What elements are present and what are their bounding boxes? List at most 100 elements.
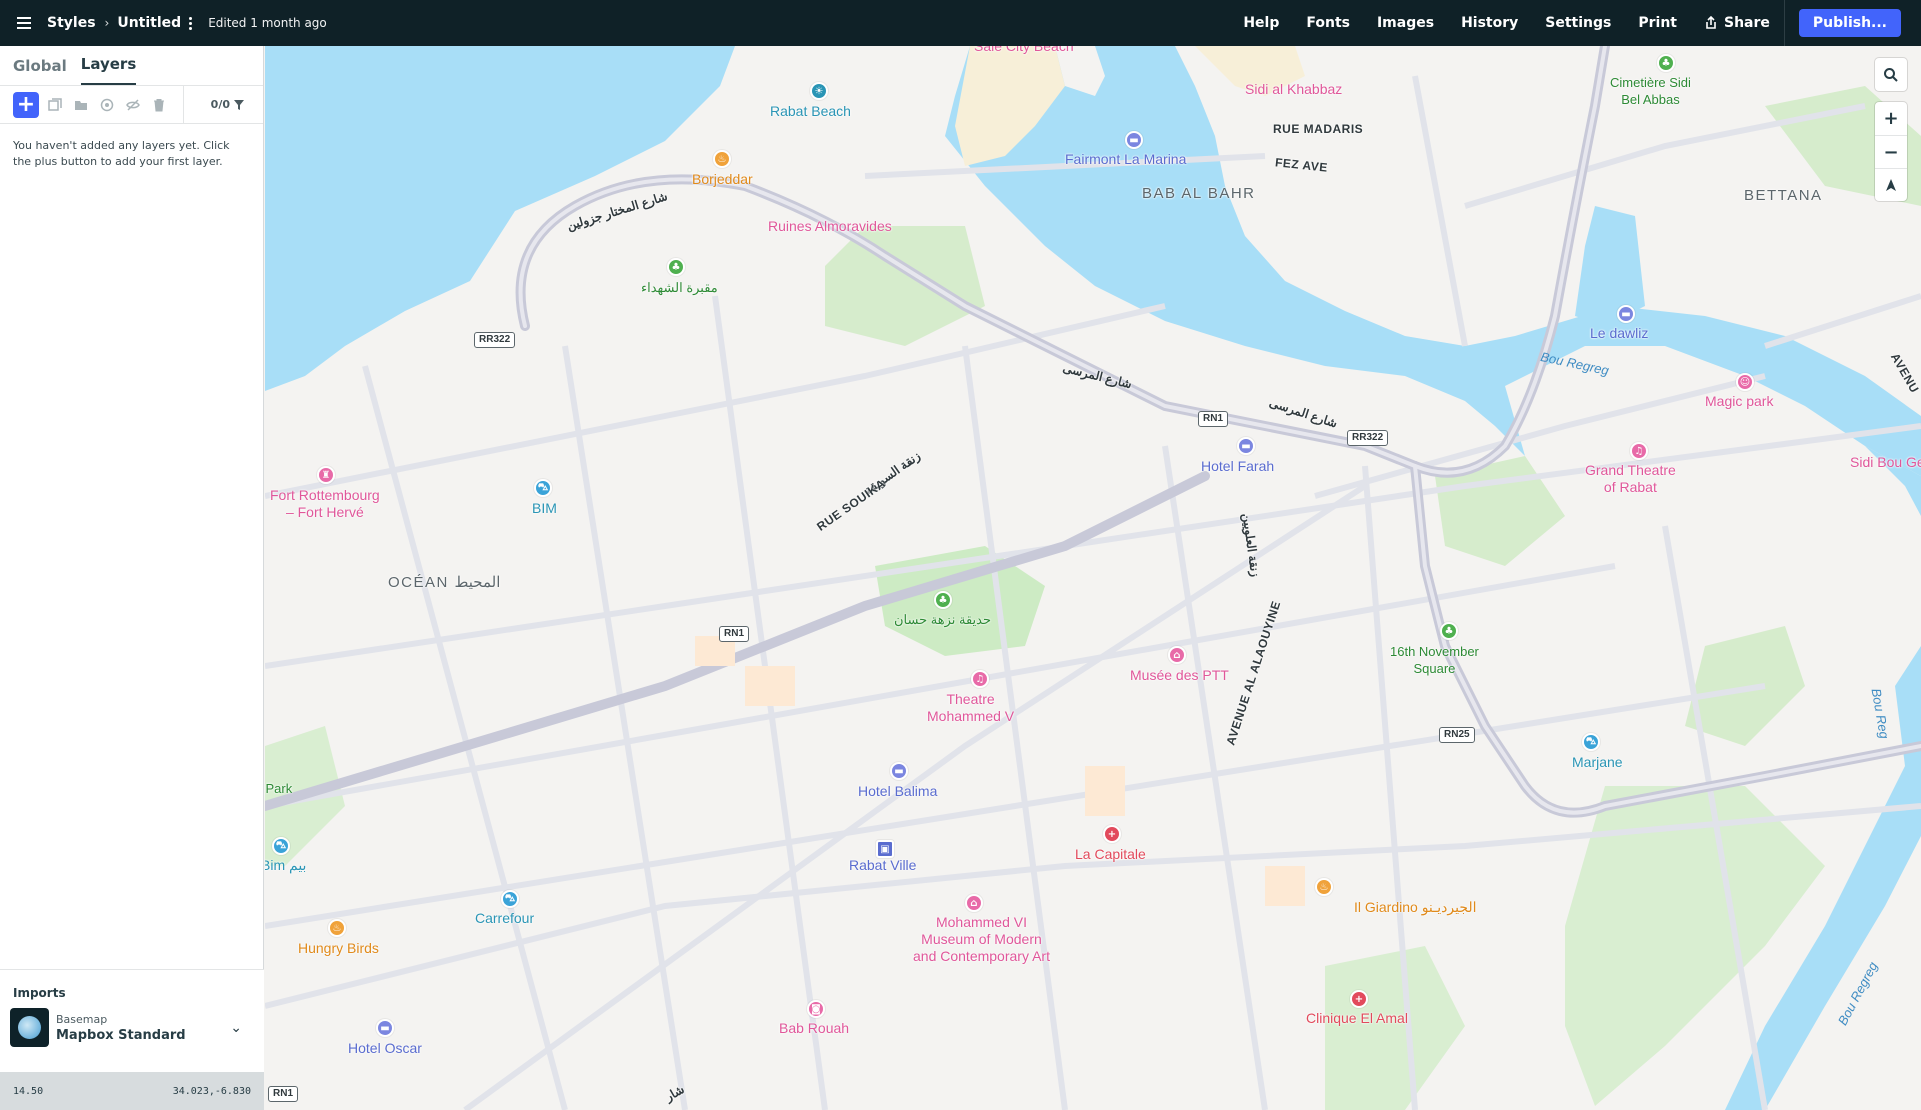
nav-print[interactable]: Print (1638, 15, 1677, 31)
amusement-icon: ☺ (1736, 373, 1754, 391)
top-bar: Styles › Untitled Edited 1 month ago Hel… (0, 0, 1921, 46)
map-search-control (1875, 58, 1907, 91)
poi-hotel-balima[interactable]: Hotel Balima (858, 783, 937, 799)
share-icon (1706, 16, 1716, 29)
museum-icon: ⌂ (965, 894, 983, 912)
compass-icon[interactable] (1875, 168, 1907, 201)
search-icon[interactable] (1875, 58, 1907, 91)
globe-icon (10, 1008, 49, 1047)
edited-timestamp: Edited 1 month ago (208, 16, 327, 30)
poi-bab-rouah[interactable]: Bab Rouah (779, 1020, 849, 1036)
more-options-icon[interactable] (189, 16, 193, 30)
layer-count-value: 0/0 (210, 98, 230, 111)
poi-carrefour[interactable]: Carrefour (475, 910, 534, 926)
poi-museum-modern[interactable]: Mohammed VI Museum of Modern and Contemp… (913, 914, 1050, 965)
map-zoom-control: + − (1875, 102, 1907, 201)
nav-fonts[interactable]: Fonts (1306, 15, 1350, 31)
road-shield: RN1 (719, 626, 750, 642)
poi-marjane[interactable]: Marjane (1572, 754, 1623, 770)
poi-cimetiere[interactable]: Cimetière Sidi Bel Abbas (1610, 74, 1691, 108)
poi-clinique[interactable]: Clinique El Amal (1306, 1010, 1408, 1026)
duplicate-icon[interactable] (45, 95, 65, 115)
zoom-out-button[interactable]: − (1875, 135, 1907, 168)
component-icon[interactable] (97, 95, 117, 115)
poi-rabat-ville[interactable]: Rabat Ville (849, 857, 916, 873)
sidebar: Global Layers + 0/0 You haven't added an… (0, 46, 264, 1110)
publish-button[interactable]: Publish... (1798, 9, 1901, 37)
poi-il-giardino[interactable]: Il Giardino الجيرديـنو (1354, 899, 1477, 916)
folder-icon[interactable] (71, 95, 91, 115)
train-icon: ▣ (876, 840, 894, 858)
delete-icon[interactable] (149, 95, 169, 115)
nav-settings[interactable]: Settings (1545, 15, 1611, 31)
hotel-icon: ▬ (1125, 131, 1143, 149)
share-button[interactable]: Share (1704, 15, 1770, 31)
poi-bim-1[interactable]: BIM (532, 500, 557, 516)
hotel-icon: ▬ (376, 1019, 394, 1037)
poi-hungry-birds[interactable]: Hungry Birds (298, 940, 379, 956)
tab-layers[interactable]: Layers (80, 55, 137, 85)
poi-rabat-beach[interactable]: Rabat Beach (770, 103, 851, 119)
landmark-icon: ◙ (807, 1000, 825, 1018)
import-basemap[interactable]: Basemap Mapbox Standard ⌄ (0, 1008, 264, 1047)
park-icon: ♣ (667, 258, 685, 276)
poi-nouzha[interactable]: حديقة نزهة حسان (894, 612, 991, 628)
zoom-in-button[interactable]: + (1875, 102, 1907, 135)
empty-layers-message: You haven't added any layers yet. Click … (13, 139, 230, 168)
district-ocean: OCÉAN المحيط (388, 574, 501, 591)
road-shield: RN1 (268, 1086, 299, 1102)
poi-hotel-oscar[interactable]: Hotel Oscar (348, 1040, 422, 1056)
poi-park-left[interactable]: l Park (265, 781, 292, 796)
breadcrumb-styles[interactable]: Styles (47, 15, 96, 31)
museum-icon: ⌂ (1168, 646, 1186, 664)
poi-musee-ptt[interactable]: Musée des PTT (1130, 667, 1229, 683)
tab-global[interactable]: Global (13, 57, 67, 85)
shop-icon: ⛍ (1582, 733, 1600, 751)
map-canvas[interactable]: Salé City Beach Sidi al Khabbaz ☀ Rabat … (265, 46, 1921, 1110)
nav-images[interactable]: Images (1377, 15, 1434, 31)
poi-borjeddar[interactable]: Borjeddar (692, 171, 753, 187)
poi-magic-park[interactable]: Magic park (1705, 393, 1773, 409)
poi-sale-city-beach[interactable]: Salé City Beach (974, 46, 1074, 54)
nav-help[interactable]: Help (1243, 15, 1279, 31)
nav-history[interactable]: History (1461, 15, 1518, 31)
district-bettana: BETTANA (1744, 187, 1823, 204)
theatre-icon: ♫ (1630, 442, 1648, 460)
poi-bim-2[interactable]: Bim بيم (265, 857, 306, 874)
poi-theatre-m5[interactable]: Theatre Mohammed V (927, 691, 1014, 725)
add-layer-button[interactable]: + (13, 91, 39, 118)
poi-le-dawliz[interactable]: Le dawliz (1590, 325, 1648, 341)
status-bar: 14.50 34.023,-6.830 (0, 1072, 264, 1110)
poi-november-square[interactable]: 16th November Square (1390, 643, 1479, 677)
hotel-icon: ▬ (1617, 305, 1635, 323)
divider (1783, 0, 1785, 46)
filter-icon[interactable] (233, 99, 245, 111)
poi-grand-theatre[interactable]: Grand Theatre of Rabat (1585, 462, 1676, 496)
poi-martyrs-cemetery[interactable]: مقبرة الشهداء (641, 280, 718, 296)
map-base (265, 46, 1921, 1110)
sidebar-tabs: Global Layers (0, 46, 263, 86)
poi-hotel-farah[interactable]: Hotel Farah (1201, 458, 1274, 474)
hide-icon[interactable] (123, 95, 143, 115)
beach-icon: ☀ (810, 82, 828, 100)
style-name[interactable]: Untitled (117, 15, 181, 31)
menu-icon[interactable] (13, 10, 39, 36)
district-bab-al-bahr: BAB AL BAHR (1142, 185, 1256, 202)
poi-ruines[interactable]: Ruines Almoravides (768, 218, 892, 234)
chevron-down-icon[interactable]: ⌄ (230, 1020, 242, 1036)
hotel-icon: ▬ (890, 762, 908, 780)
poi-sidi-bou[interactable]: Sidi Bou Ge (1850, 454, 1921, 470)
restaurant-icon: ♨ (1315, 878, 1333, 896)
restaurant-icon: ♨ (713, 150, 731, 168)
cemetery-icon: ♣ (1657, 54, 1675, 72)
road-shield: RN1 (1198, 411, 1229, 427)
import-kind: Basemap (56, 1012, 108, 1026)
layers-toolbar: + 0/0 (0, 85, 263, 124)
poi-la-capitale[interactable]: La Capitale (1075, 846, 1146, 862)
shop-icon: ⛍ (272, 837, 290, 855)
poi-fort[interactable]: Fort Rottembourg – Fort Hervé (270, 487, 380, 521)
layer-count: 0/0 (211, 98, 245, 111)
poi-fairmont[interactable]: Fairmont La Marina (1065, 151, 1186, 167)
imports-panel: Imports Basemap Mapbox Standard ⌄ (0, 969, 264, 1072)
poi-sidi-al-khabbaz[interactable]: Sidi al Khabbaz (1245, 81, 1342, 97)
